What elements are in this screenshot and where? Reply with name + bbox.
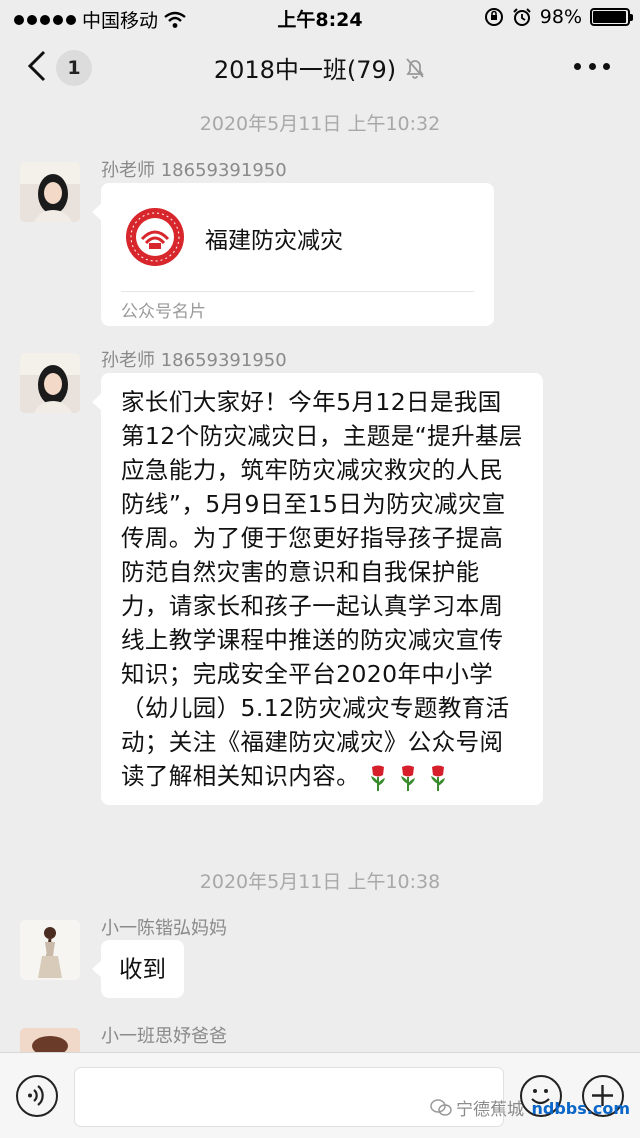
rose-icon [401, 765, 415, 791]
avatar-image [20, 353, 80, 413]
contact-card-bubble[interactable]: 福建防灾减灾 公众号名片 [92, 183, 494, 326]
timestamp: 2020年5月11日 上午10:38 [199, 871, 441, 893]
battery-icon [590, 8, 633, 26]
message-text: 收到 [119, 955, 166, 983]
timestamp: 2020年5月11日 上午10:32 [199, 113, 441, 135]
voice-button[interactable] [16, 1075, 58, 1117]
card-name: 福建防灾减灾 [205, 228, 343, 254]
avatar[interactable] [20, 353, 80, 413]
avatar-image [20, 1028, 80, 1052]
message-bubble[interactable]: 家长们大家好！今年5月12日是我国第12个防灾减灾日，主题是“提升基层应急能力，… [92, 373, 543, 805]
avatar-image [20, 920, 80, 980]
sender-name: 孙老师 18659391950 [101, 350, 287, 371]
avatar[interactable] [20, 162, 80, 222]
bell-off-icon [406, 57, 424, 79]
fire-safety-logo-icon [126, 208, 184, 266]
wechat-icon [430, 1098, 452, 1116]
message-text: 家长们大家好！今年5月12日是我国第12个防灾减灾日，主题是“提升基层应急能力，… [121, 388, 523, 790]
watermark: 宁德蕉城 [430, 1095, 524, 1120]
battery-percent: 98% [539, 6, 582, 28]
sender-name: 小一班思妤爸爸 [101, 1026, 227, 1047]
sender-name: 小一陈锴弘妈妈 [101, 918, 227, 939]
chat-title: 2018中一班(79) [0, 50, 640, 85]
watermark-text: 宁德蕉城 [456, 1100, 524, 1120]
alarm-icon [513, 8, 531, 26]
rose-icon-group [368, 764, 448, 792]
card-divider [121, 291, 474, 292]
chat-title-text: 2018中一班(79) [213, 56, 397, 84]
rotation-lock-icon [484, 8, 503, 26]
card-type: 公众号名片 [121, 302, 206, 322]
nav-bar: 1 2018中一班(79) [0, 34, 640, 98]
more-button[interactable] [574, 54, 610, 78]
rose-icon [371, 765, 385, 791]
input-bar: 宁德蕉城 ndbbs.com [0, 1052, 640, 1138]
status-right: 98% [484, 6, 633, 28]
voice-icon [28, 1085, 44, 1106]
rose-icon [431, 765, 445, 791]
avatar[interactable] [20, 1028, 80, 1052]
battery-fill [593, 11, 627, 23]
site-watermark: ndbbs.com [531, 1099, 631, 1118]
status-bar: 中国移动 上午8:24 98% [0, 0, 640, 34]
sender-name: 孙老师 18659391950 [101, 160, 287, 181]
message-bubble[interactable]: 收到 [92, 940, 184, 998]
avatar-image [20, 162, 80, 222]
avatar[interactable] [20, 920, 80, 980]
